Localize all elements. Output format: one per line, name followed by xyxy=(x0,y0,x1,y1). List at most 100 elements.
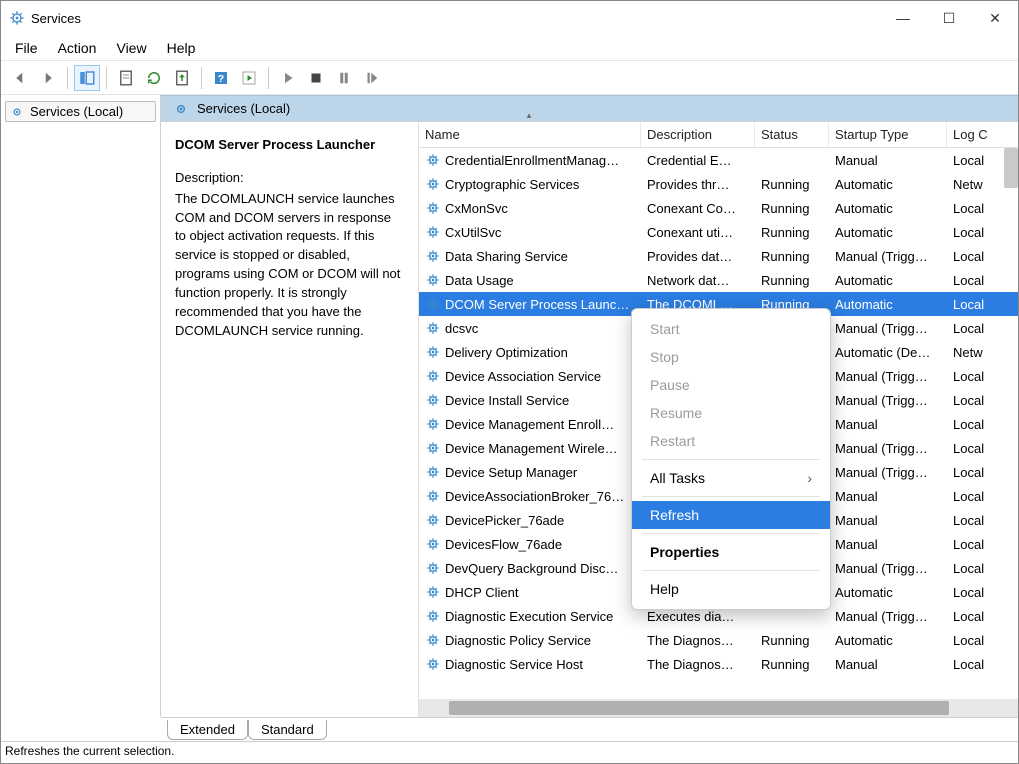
svg-text:?: ? xyxy=(218,72,224,84)
cell-logon: Local xyxy=(947,609,1003,624)
selected-service-description: The DCOMLAUNCH service launches COM and … xyxy=(175,190,404,341)
cm-resume: Resume xyxy=(632,399,830,427)
service-row[interactable]: CxMonSvcConexant Co…RunningAutomaticLoca… xyxy=(419,196,1018,220)
service-row[interactable]: Cryptographic ServicesProvides thr…Runni… xyxy=(419,172,1018,196)
gear-icon xyxy=(425,368,441,384)
column-header-status[interactable]: Status xyxy=(755,122,829,147)
column-header-name[interactable]: Name xyxy=(419,122,641,147)
gear-icon xyxy=(425,224,441,240)
column-header-description[interactable]: Description xyxy=(641,122,755,147)
toolbar-separator xyxy=(67,67,68,89)
toolbar: ? xyxy=(1,61,1018,95)
cm-properties[interactable]: Properties xyxy=(632,538,830,566)
service-row[interactable]: CxUtilSvcConexant uti…RunningAutomaticLo… xyxy=(419,220,1018,244)
menu-file[interactable]: File xyxy=(5,37,48,59)
nav-back-button[interactable] xyxy=(7,65,33,91)
vertical-scrollbar[interactable] xyxy=(1004,148,1018,188)
pause-service-button[interactable] xyxy=(331,65,357,91)
cell-name: Diagnostic Execution Service xyxy=(419,608,641,624)
toolbar-separator xyxy=(201,67,202,89)
service-row[interactable]: Data UsageNetwork dat…RunningAutomaticLo… xyxy=(419,268,1018,292)
cell-startup: Automatic xyxy=(829,201,947,216)
nav-forward-button[interactable] xyxy=(35,65,61,91)
cm-all-tasks[interactable]: All Tasks xyxy=(632,464,830,492)
minimize-button[interactable]: — xyxy=(880,1,926,35)
cell-description: Credential E… xyxy=(641,153,755,168)
cell-status: Running xyxy=(755,633,829,648)
cm-separator xyxy=(642,533,820,534)
restart-service-button[interactable] xyxy=(359,65,385,91)
cell-logon: Local xyxy=(947,441,1003,456)
menu-view[interactable]: View xyxy=(106,37,156,59)
cell-startup: Automatic xyxy=(829,225,947,240)
cell-logon: Local xyxy=(947,153,1003,168)
gear-icon xyxy=(425,392,441,408)
horizontal-scrollbar[interactable] xyxy=(419,699,1018,717)
cell-startup: Manual xyxy=(829,489,947,504)
cell-name: Diagnostic Service Host xyxy=(419,656,641,672)
context-menu: Start Stop Pause Resume Restart All Task… xyxy=(631,308,831,610)
details-pane: Services (Local) DCOM Server Process Lau… xyxy=(161,95,1018,717)
gear-icon xyxy=(425,536,441,552)
cm-restart: Restart xyxy=(632,427,830,455)
cell-logon: Local xyxy=(947,273,1003,288)
cell-startup: Manual (Trigg… xyxy=(829,321,947,336)
cell-startup: Manual (Trigg… xyxy=(829,609,947,624)
services-list: ▴ Name Description Status Startup Type L… xyxy=(419,122,1018,717)
maximize-button[interactable]: ☐ xyxy=(926,1,972,35)
column-header-logon[interactable]: Log C xyxy=(947,122,1003,147)
cell-startup: Manual xyxy=(829,657,947,672)
column-header-startup[interactable]: Startup Type xyxy=(829,122,947,147)
sort-indicator-icon: ▴ xyxy=(419,110,639,121)
cell-logon: Local xyxy=(947,225,1003,240)
cell-startup: Automatic xyxy=(829,585,947,600)
stop-service-button[interactable] xyxy=(303,65,329,91)
cell-name: Diagnostic Policy Service xyxy=(419,632,641,648)
cell-startup: Manual (Trigg… xyxy=(829,369,947,384)
cell-logon: Local xyxy=(947,513,1003,528)
services-icon xyxy=(9,10,25,26)
service-row[interactable]: Diagnostic Policy ServiceThe Diagnos…Run… xyxy=(419,628,1018,652)
properties-button[interactable] xyxy=(113,65,139,91)
cm-help[interactable]: Help xyxy=(632,575,830,603)
cell-startup: Manual (Trigg… xyxy=(829,465,947,480)
cell-logon: Netw xyxy=(947,177,1003,192)
start-service-button[interactable] xyxy=(275,65,301,91)
gear-icon xyxy=(425,176,441,192)
column-headers: ▴ Name Description Status Startup Type L… xyxy=(419,122,1018,148)
tree-node-services-local[interactable]: Services (Local) xyxy=(5,101,156,122)
show-hide-tree-button[interactable] xyxy=(74,65,100,91)
cm-refresh[interactable]: Refresh xyxy=(632,501,830,529)
export-button[interactable] xyxy=(169,65,195,91)
cell-description: Provides dat… xyxy=(641,249,755,264)
cell-name: DCOM Server Process Launc… xyxy=(419,296,641,312)
gear-icon xyxy=(425,272,441,288)
service-row[interactable]: Data Sharing ServiceProvides dat…Running… xyxy=(419,244,1018,268)
cell-startup: Manual (Trigg… xyxy=(829,249,947,264)
cell-logon: Local xyxy=(947,369,1003,384)
refresh-button[interactable] xyxy=(141,65,167,91)
cell-logon: Local xyxy=(947,657,1003,672)
close-button[interactable]: ✕ xyxy=(972,1,1018,35)
cell-status: Running xyxy=(755,657,829,672)
toolbar-separator xyxy=(268,67,269,89)
cell-startup: Automatic xyxy=(829,633,947,648)
help-button[interactable]: ? xyxy=(208,65,234,91)
cell-logon: Local xyxy=(947,321,1003,336)
service-row[interactable]: Diagnostic Service HostThe Diagnos…Runni… xyxy=(419,652,1018,676)
gear-icon xyxy=(425,512,441,528)
service-row[interactable]: CredentialEnrollmentManag…Credential E…M… xyxy=(419,148,1018,172)
cell-logon: Local xyxy=(947,417,1003,432)
tab-extended[interactable]: Extended xyxy=(167,720,248,740)
cell-startup: Manual (Trigg… xyxy=(829,561,947,576)
console-tree: Services (Local) xyxy=(1,95,161,717)
menu-action[interactable]: Action xyxy=(48,37,107,59)
run-service-button[interactable] xyxy=(236,65,262,91)
tab-standard[interactable]: Standard xyxy=(248,720,327,740)
cell-status: Running xyxy=(755,249,829,264)
gear-icon xyxy=(173,101,189,117)
cell-logon: Local xyxy=(947,249,1003,264)
menu-help[interactable]: Help xyxy=(157,37,206,59)
gear-icon xyxy=(425,296,441,312)
scrollbar-thumb[interactable] xyxy=(449,701,949,715)
